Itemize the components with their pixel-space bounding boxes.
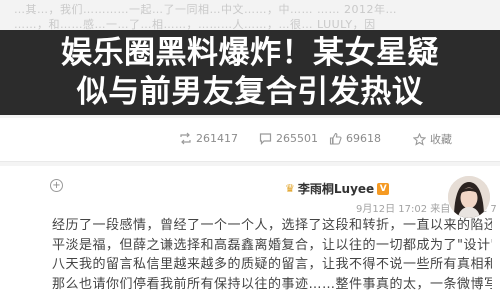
comment-count: 265501: [276, 131, 318, 145]
headline-banner: 娱乐圈黑料爆炸！某女星疑 似与前男友复合引发热议: [0, 30, 500, 115]
like-count: 69618: [346, 131, 381, 145]
headline-line-2: 似与前男友复合引发热议: [76, 74, 424, 110]
repost-button[interactable]: 261417: [178, 131, 238, 145]
post-body-line: 平淡是福，但薛之谦选择和高磊鑫离婚复合，让以往的一切都成为了"设计"，以及近: [52, 237, 492, 253]
avatar-image: [448, 176, 490, 218]
verified-badge-icon: V: [377, 182, 390, 195]
post-body: 经历了一段感情，曾经了一个一个人，选择了这段和转折，一直以来的陷还是努力自己 平…: [52, 216, 492, 293]
avatar[interactable]: [448, 176, 490, 218]
post-action-bar: 261417 265501 69618 收藏: [0, 118, 500, 162]
crown-icon: ♛: [285, 182, 295, 195]
repost-count: 261417: [196, 131, 238, 145]
favorite-label: 收藏: [430, 133, 452, 146]
star-icon: [412, 132, 426, 146]
post-body-line: 经历了一段感情，曾经了一个一个人，选择了这段和转折，一直以来的陷还是努力自己: [52, 218, 492, 233]
comment-button[interactable]: 265501: [258, 131, 318, 145]
author-name: 李雨桐Luyee: [297, 182, 375, 196]
background-text-line: …其…，我们…………一起…了一同相…中文……，中…… …… 2012年…: [14, 3, 397, 16]
background-text-line: ……，和……感…一…了…相……，………人……，…很… LUULY，因: [14, 18, 376, 30]
follow-plus-icon[interactable]: +: [50, 179, 63, 192]
comment-icon: [258, 131, 272, 145]
post-body-line: 那么也请你们停看我前所有保持以往的事迹……整件事真的太，一条微博写不完……: [52, 276, 492, 292]
post-body-line: 八天我的留言私信里越来越多的质疑的留言，让我不得不说一些所有真相和事实，: [52, 257, 492, 272]
thumbs-up-icon: [328, 131, 342, 145]
like-button[interactable]: 69618: [328, 131, 381, 145]
favorite-button[interactable]: 收藏: [412, 131, 452, 147]
repost-icon: [178, 131, 192, 145]
post-author[interactable]: ♛ 李雨桐Luyee V: [285, 180, 390, 197]
headline-line-1: 娱乐圈黑料爆炸！某女星疑: [61, 35, 439, 71]
background-blurred-text: …其…，我们…………一起…了一同相…中文……，中…… …… 2012年… ……，…: [0, 0, 500, 30]
